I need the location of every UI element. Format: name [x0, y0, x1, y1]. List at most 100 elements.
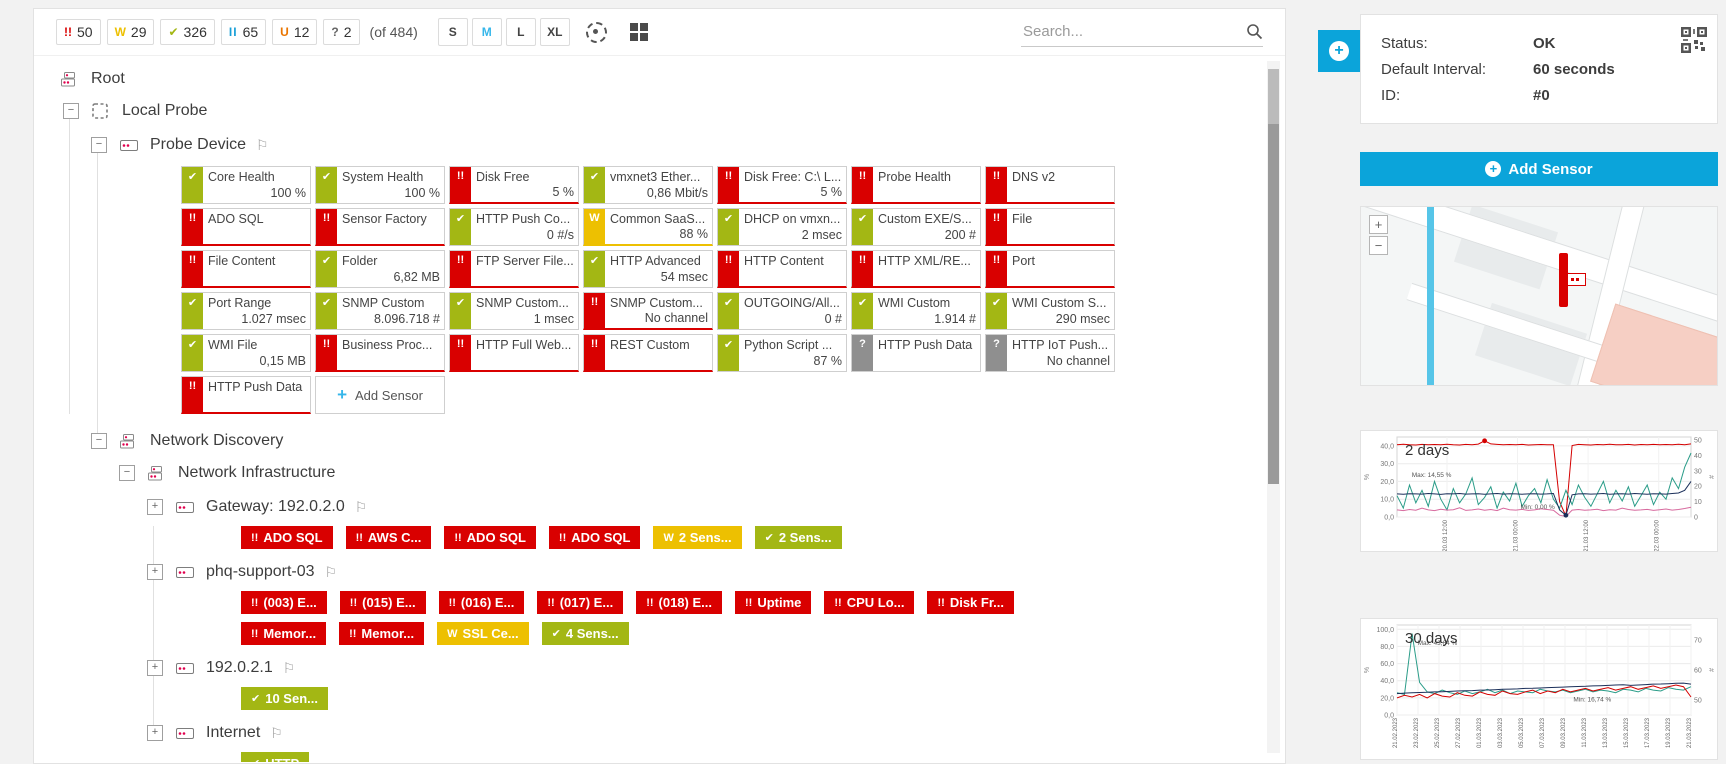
- sensor-chip-003-e[interactable]: !!(003) E...: [241, 591, 327, 614]
- sensor-chip-aws-c[interactable]: !!AWS C...: [346, 526, 432, 549]
- sensor-tile-common-saas[interactable]: WCommon SaaS...88 %: [583, 208, 713, 246]
- status-count-paused[interactable]: II65: [221, 19, 266, 45]
- grid-view-button[interactable]: [624, 18, 654, 46]
- sensor-chip-2-sens[interactable]: ✔2 Sens...: [755, 526, 842, 549]
- sensor-tile-python-script[interactable]: ✔Python Script ...87 %: [717, 334, 847, 372]
- grid-icon: [630, 23, 648, 41]
- size-button-l[interactable]: L: [506, 18, 536, 46]
- expand-icon[interactable]: +: [147, 564, 163, 580]
- tree-node-network-infrastructure[interactable]: −Network Infrastructure: [34, 458, 1285, 488]
- scrollbar-thumb[interactable]: [1268, 69, 1279, 484]
- settings-button[interactable]: [582, 18, 612, 46]
- status-count-up[interactable]: ✔326: [160, 19, 214, 45]
- sensor-tile-rest-custom[interactable]: !!REST Custom: [583, 334, 713, 372]
- status-count-unusual[interactable]: U12: [272, 19, 317, 45]
- sensor-tile-dhcp-on-vmxn[interactable]: ✔DHCP on vmxn...2 msec: [717, 208, 847, 246]
- sensor-tile-custom-exe-s[interactable]: ✔Custom EXE/S...200 #: [851, 208, 981, 246]
- sensor-tile-disk-free-c-l[interactable]: !!Disk Free: C:\ L...5 %: [717, 166, 847, 204]
- sensor-chip-ado-sql[interactable]: !!ADO SQL: [549, 526, 641, 549]
- size-button-s[interactable]: S: [438, 18, 468, 46]
- sensor-tile-probe-health[interactable]: !!Probe Health: [851, 166, 981, 204]
- size-button-m[interactable]: M: [472, 18, 502, 46]
- sensor-chip-memor[interactable]: !!Memor...: [241, 622, 326, 645]
- sensor-tile-http-advanced[interactable]: ✔HTTP Advanced54 msec: [583, 250, 713, 288]
- search-icon[interactable]: [1246, 23, 1263, 40]
- sensor-chip-cpu-lo[interactable]: !!CPU Lo...: [824, 591, 914, 614]
- sensor-tile-http-push-data[interactable]: ?HTTP Push Data: [851, 334, 981, 372]
- collapse-icon[interactable]: −: [119, 465, 135, 481]
- sensor-tile-vmxnet3-ether[interactable]: ✔vmxnet3 Ether...0,86 Mbit/s: [583, 166, 713, 204]
- map-zoom-out-button[interactable]: −: [1369, 236, 1388, 255]
- sensor-tile-http-xml-re[interactable]: !!HTTP XML/RE...: [851, 250, 981, 288]
- add-sensor-button[interactable]: + Add Sensor: [1360, 152, 1718, 186]
- sensor-tile-dns-v2[interactable]: !!DNS v2: [985, 166, 1115, 204]
- sensor-chip-018-e[interactable]: !!(018) E...: [636, 591, 722, 614]
- qr-code-icon[interactable]: [1681, 27, 1707, 58]
- sensor-tile-wmi-custom-s[interactable]: ✔WMI Custom S...290 msec: [985, 292, 1115, 330]
- collapse-icon[interactable]: −: [91, 433, 107, 449]
- sensor-chip-ado-sql[interactable]: !!ADO SQL: [241, 526, 333, 549]
- sensor-chip-ssl-ce[interactable]: WSSL Ce...: [437, 622, 529, 645]
- sensor-tile-http-iot-push[interactable]: ?HTTP IoT Push...No channel: [985, 334, 1115, 372]
- search-input[interactable]: [1021, 22, 1246, 41]
- graph-30days[interactable]: 0,020,040,060,080,0100,050607021.02.2023…: [1360, 618, 1718, 760]
- sensor-tile-snmp-custom[interactable]: ✔SNMP Custom...1 msec: [449, 292, 579, 330]
- sensor-tile-file[interactable]: !!File: [985, 208, 1115, 246]
- tree-node-phq-support-03[interactable]: +phq-support-03⚐: [34, 557, 1285, 587]
- tree-node-probe-device[interactable]: −Probe Device⚐: [34, 130, 1285, 160]
- tree-node-internet[interactable]: +Internet⚐: [34, 718, 1285, 748]
- expand-icon[interactable]: +: [147, 660, 163, 676]
- sensor-chip-ado-sql[interactable]: !!ADO SQL: [444, 526, 536, 549]
- sensor-tile-folder[interactable]: ✔Folder6,82 MB: [315, 250, 445, 288]
- sensor-chip-memor[interactable]: !!Memor...: [339, 622, 424, 645]
- sensor-tile-http-full-web[interactable]: !!HTTP Full Web...: [449, 334, 579, 372]
- sensor-tile-disk-free[interactable]: !!Disk Free5 %: [449, 166, 579, 204]
- sensor-tile-snmp-custom[interactable]: !!SNMP Custom...No channel: [583, 292, 713, 330]
- status-count-warning[interactable]: W29: [107, 19, 155, 45]
- tree-node-root[interactable]: Root: [34, 64, 1285, 94]
- sensor-tile-port-range[interactable]: ✔Port Range1.027 msec: [181, 292, 311, 330]
- size-button-xl[interactable]: XL: [540, 18, 570, 46]
- sensor-chip-uptime[interactable]: !!Uptime: [735, 591, 811, 614]
- sensor-tile-http-push-data[interactable]: !!HTTP Push Data: [181, 376, 311, 414]
- sensor-tile-wmi-file[interactable]: ✔WMI File0,15 MB: [181, 334, 311, 372]
- sensor-tile-port[interactable]: !!Port: [985, 250, 1115, 288]
- sensor-chip-4-sens[interactable]: ✔4 Sens...: [542, 622, 629, 645]
- sensor-chip-disk-fr[interactable]: !!Disk Fr...: [927, 591, 1014, 614]
- status-count-down[interactable]: !!50: [56, 19, 101, 45]
- tree-node-local-probe[interactable]: −Local Probe: [34, 96, 1285, 126]
- sensor-chip-016-e[interactable]: !!(016) E...: [439, 591, 525, 614]
- add-panel-button[interactable]: +: [1318, 30, 1360, 72]
- sensor-tile-http-content[interactable]: !!HTTP Content: [717, 250, 847, 288]
- vertical-scrollbar[interactable]: [1267, 61, 1280, 753]
- sensor-tile-business-proc[interactable]: !!Business Proc...: [315, 334, 445, 372]
- status-count-unknown[interactable]: ?2: [323, 19, 359, 45]
- sensor-chip-2-sens[interactable]: W2 Sens...: [653, 526, 741, 549]
- sensor-tile-core-health[interactable]: ✔Core Health100 %: [181, 166, 311, 204]
- add-sensor-tile[interactable]: +Add Sensor: [315, 376, 445, 414]
- tree-node-network-discovery[interactable]: −Network Discovery: [34, 426, 1285, 456]
- map-zoom-in-button[interactable]: +: [1369, 215, 1388, 234]
- sensor-chip-015-e[interactable]: !!(015) E...: [340, 591, 426, 614]
- sensor-tile-file-content[interactable]: !!File Content: [181, 250, 311, 288]
- expand-icon[interactable]: +: [147, 725, 163, 741]
- tree-node-192-0-2-1[interactable]: +192.0.2.1⚐: [34, 653, 1285, 683]
- sensor-tile-ado-sql[interactable]: !!ADO SQL: [181, 208, 311, 246]
- collapse-icon[interactable]: −: [91, 137, 107, 153]
- graph-2days[interactable]: 0,010,020,030,040,00102030405020.03 12:0…: [1360, 430, 1718, 552]
- expand-icon[interactable]: +: [147, 499, 163, 515]
- sensor-tile-snmp-custom[interactable]: ✔SNMP Custom8.096.718 #: [315, 292, 445, 330]
- sensor-tile-http-push-co[interactable]: ✔HTTP Push Co...0 #/s: [449, 208, 579, 246]
- sensor-tile-outgoing-all[interactable]: ✔OUTGOING/All...0 #: [717, 292, 847, 330]
- sensor-chip-http[interactable]: ✔HTTP: [241, 752, 309, 762]
- sensor-tile-system-health[interactable]: ✔System Health100 %: [315, 166, 445, 204]
- sensor-tile-ftp-server-file[interactable]: !!FTP Server File...: [449, 250, 579, 288]
- sensor-tile-sensor-factory[interactable]: !!Sensor Factory: [315, 208, 445, 246]
- sensor-chip-017-e[interactable]: !!(017) E...: [537, 591, 623, 614]
- sensor-tile-wmi-custom[interactable]: ✔WMI Custom1.914 #: [851, 292, 981, 330]
- map-device-marker[interactable]: [1559, 253, 1568, 307]
- map-widget[interactable]: + −: [1360, 206, 1718, 386]
- tree-node-gateway-192-0-2-0[interactable]: +Gateway: 192.0.2.0⚐: [34, 492, 1285, 522]
- collapse-icon[interactable]: −: [63, 103, 79, 119]
- sensor-chip-10-sen[interactable]: ✔10 Sen...: [241, 687, 328, 710]
